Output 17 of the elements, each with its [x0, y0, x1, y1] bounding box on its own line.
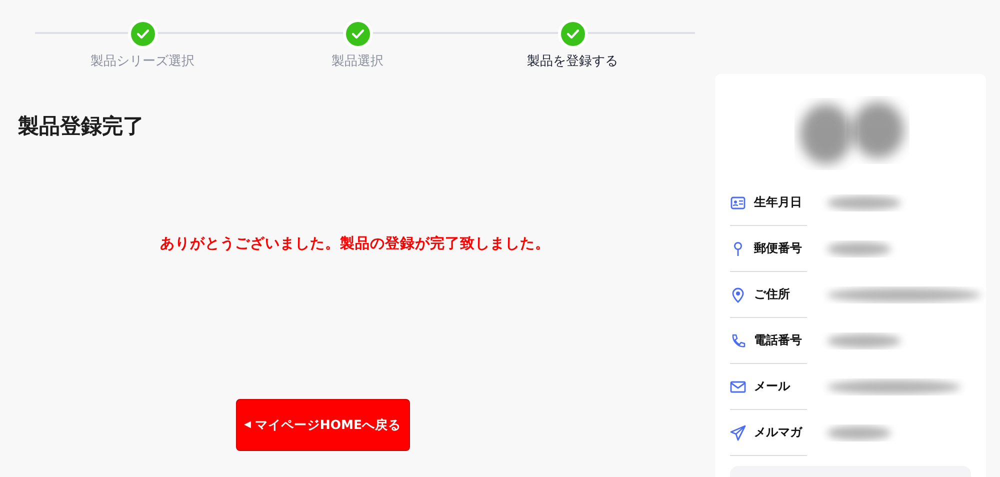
- page-title: 製品登録完了: [18, 113, 145, 140]
- field-label: ご住所: [754, 286, 790, 303]
- mail-icon: [730, 378, 746, 394]
- field-label: メルマガ: [754, 424, 802, 441]
- completion-message: ありがとうございました。製品の登録が完了致しました。: [159, 234, 551, 253]
- step-label: 製品選択: [332, 53, 384, 70]
- send-icon: [730, 424, 746, 440]
- field-label: 郵便番号: [754, 240, 802, 257]
- step-label: 製品を登録する: [527, 53, 618, 70]
- id-card-icon: [730, 194, 746, 210]
- step-label: 製品シリーズ選択: [90, 53, 194, 70]
- location-icon: [730, 286, 746, 302]
- phone-icon: [730, 332, 746, 348]
- field-label: メール: [754, 378, 790, 395]
- back-home-button[interactable]: ◀ マイページHOMEへ戻る: [236, 399, 410, 451]
- field-label: 電話番号: [754, 332, 802, 349]
- field-label: 生年月日: [754, 194, 802, 211]
